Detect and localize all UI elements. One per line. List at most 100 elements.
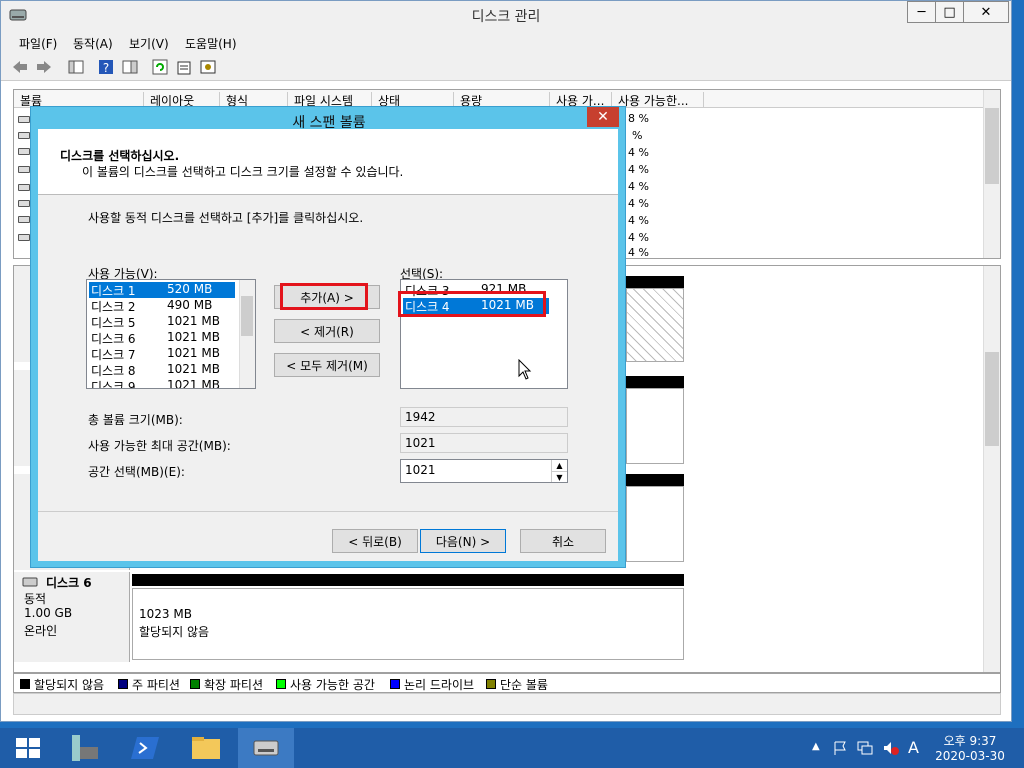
server-manager-button[interactable] [56, 728, 112, 768]
input-method-icon[interactable]: A [908, 738, 919, 757]
percent-free-cell: 4 % [628, 214, 649, 227]
legend-label: 논리 드라이브 [404, 678, 475, 692]
volume-icon [18, 148, 30, 155]
scrollbar-thumb[interactable] [985, 352, 999, 446]
powershell-icon [131, 737, 159, 759]
volume-icon [18, 116, 30, 123]
legend-swatch-logical [390, 679, 400, 689]
legend-label: 주 파티션 [132, 678, 180, 692]
percent-free-cell: 4 % [628, 180, 649, 193]
available-row[interactable]: 디스크 5 1021 MB [89, 314, 235, 330]
instruction-text: 사용할 동적 디스크를 선택하고 [추가]를 클릭하십시오. [88, 211, 364, 225]
help-icon[interactable]: ? [97, 58, 115, 76]
volume-icon [18, 234, 30, 241]
action-center-flag-icon[interactable] [832, 740, 848, 756]
legend-swatch-unallocated [20, 679, 30, 689]
disk-size: 1021 MB [167, 346, 220, 360]
back-arrow-icon[interactable] [11, 58, 29, 76]
available-row[interactable]: 디스크 8 1021 MB [89, 362, 235, 378]
disk-size: 1021 MB [167, 330, 220, 344]
taskbar: ▲ A 오후 9:37 2020-03-30 [0, 728, 1024, 768]
unallocated-partition[interactable]: 1023 MB 할당되지 않음 [132, 588, 684, 660]
disk-name: 디스크 6 [91, 332, 136, 346]
clock-date[interactable]: 2020-03-30 [930, 749, 1010, 763]
show-hidden-icons-icon[interactable]: ▲ [812, 741, 820, 752]
disk-management-taskbar-button[interactable] [238, 728, 294, 768]
maximize-button[interactable]: □ [935, 1, 964, 23]
available-row[interactable]: 디스크 9 1021 MB [89, 378, 235, 389]
available-row[interactable]: 디스크 1 520 MB [89, 282, 235, 298]
unallocated-bar [626, 474, 684, 486]
volume-list-scrollbar[interactable] [983, 90, 1000, 258]
powershell-button[interactable] [118, 728, 174, 768]
cancel-button[interactable]: 취소 [520, 529, 606, 553]
network-icon[interactable] [856, 740, 874, 756]
clock-time[interactable]: 오후 9:37 [930, 732, 1010, 749]
menu-view[interactable]: 보기(V) [129, 35, 169, 52]
forward-arrow-icon[interactable] [35, 58, 53, 76]
select-space-spinbox[interactable]: 1021 ▲ ▼ [400, 459, 568, 483]
mouse-cursor-icon [518, 359, 532, 380]
legend-swatch-extended [190, 679, 200, 689]
partition-box[interactable] [626, 486, 684, 562]
minimize-button[interactable]: ─ [907, 1, 936, 23]
properties-icon[interactable] [175, 58, 193, 76]
disk-size: 1021 MB [167, 378, 220, 389]
partition-box[interactable] [626, 288, 684, 362]
add-button-highlight [280, 283, 368, 310]
menu-bar: 파일(F) 동작(A) 보기(V) 도움말(H) [1, 31, 1011, 53]
spin-up-button[interactable]: ▲ [551, 460, 567, 471]
disk-graph-scrollbar[interactable] [983, 266, 1000, 672]
selected-disk-highlight [398, 291, 546, 317]
close-button[interactable]: ✕ [963, 1, 1009, 23]
menu-file[interactable]: 파일(F) [19, 35, 57, 52]
back-button[interactable]: < 뒤로(B) [332, 529, 418, 553]
title-bar[interactable]: 디스크 관리 ─ □ ✕ [1, 1, 1011, 31]
menu-help[interactable]: 도움말(H) [185, 35, 237, 52]
show-hide-pane-icon[interactable] [121, 58, 139, 76]
disk-name: 디스크 1 [91, 284, 136, 298]
console-tree-icon[interactable] [67, 58, 85, 76]
disk-6-label[interactable]: 디스크 6 동적 1.00 GB 온라인 [14, 572, 130, 662]
file-explorer-button[interactable] [178, 728, 234, 768]
remove-all-button[interactable]: < 모두 제거(M) [274, 353, 380, 377]
max-space-label: 사용 가능한 최대 공간(MB): [88, 439, 231, 453]
start-button[interactable] [0, 728, 56, 768]
settings-icon[interactable] [199, 58, 217, 76]
next-button[interactable]: 다음(N) > [420, 529, 506, 553]
disk-name: 디스크 8 [91, 364, 136, 378]
available-list-scrollbar[interactable] [239, 280, 255, 388]
refresh-icon[interactable] [151, 58, 169, 76]
spin-down-button[interactable]: ▼ [551, 471, 567, 482]
disk-status: 온라인 [24, 624, 58, 638]
select-space-value[interactable]: 1021 [405, 463, 436, 477]
header-description: 이 볼륨의 디스크를 선택하고 디스크 크기를 설정할 수 있습니다. [82, 165, 404, 179]
disk-name: 디스크 7 [91, 348, 136, 362]
legend-label: 확장 파티션 [204, 678, 264, 692]
legend-swatch-simple [486, 679, 496, 689]
percent-free-cell: 4 % [628, 246, 649, 259]
percent-free-cell: 4 % [628, 197, 649, 210]
available-disks-listbox[interactable]: 디스크 1 520 MB 디스크 2 490 MB 디스크 5 1021 MB 디스크 6 1… [86, 279, 256, 389]
legend-label: 단순 볼륨 [500, 678, 548, 692]
volume-muted-icon[interactable] [882, 740, 900, 756]
available-row[interactable]: 디스크 6 1021 MB [89, 330, 235, 346]
window-title: 디스크 관리 [471, 9, 541, 25]
disk-name: 디스크 5 [91, 316, 136, 330]
available-row[interactable]: 디스크 2 490 MB [89, 298, 235, 314]
disk-size: 1.00 GB [24, 606, 73, 620]
svg-text:?: ? [103, 61, 109, 75]
scrollbar-thumb[interactable] [985, 108, 999, 184]
scrollbar-thumb[interactable] [241, 296, 253, 336]
unallocated-bar [626, 276, 684, 288]
toolbar: ? [1, 53, 1011, 81]
remove-button[interactable]: < 제거(R) [274, 319, 380, 343]
status-bar [13, 693, 1001, 715]
dialog-close-button[interactable]: ✕ [587, 107, 619, 127]
menu-action[interactable]: 동작(A) [73, 35, 113, 52]
available-row[interactable]: 디스크 7 1021 MB [89, 346, 235, 362]
total-size-field: 1942 [400, 407, 568, 427]
partition-box[interactable] [626, 388, 684, 464]
disk-size: 490 MB [167, 298, 213, 312]
volume-icon [18, 184, 30, 191]
